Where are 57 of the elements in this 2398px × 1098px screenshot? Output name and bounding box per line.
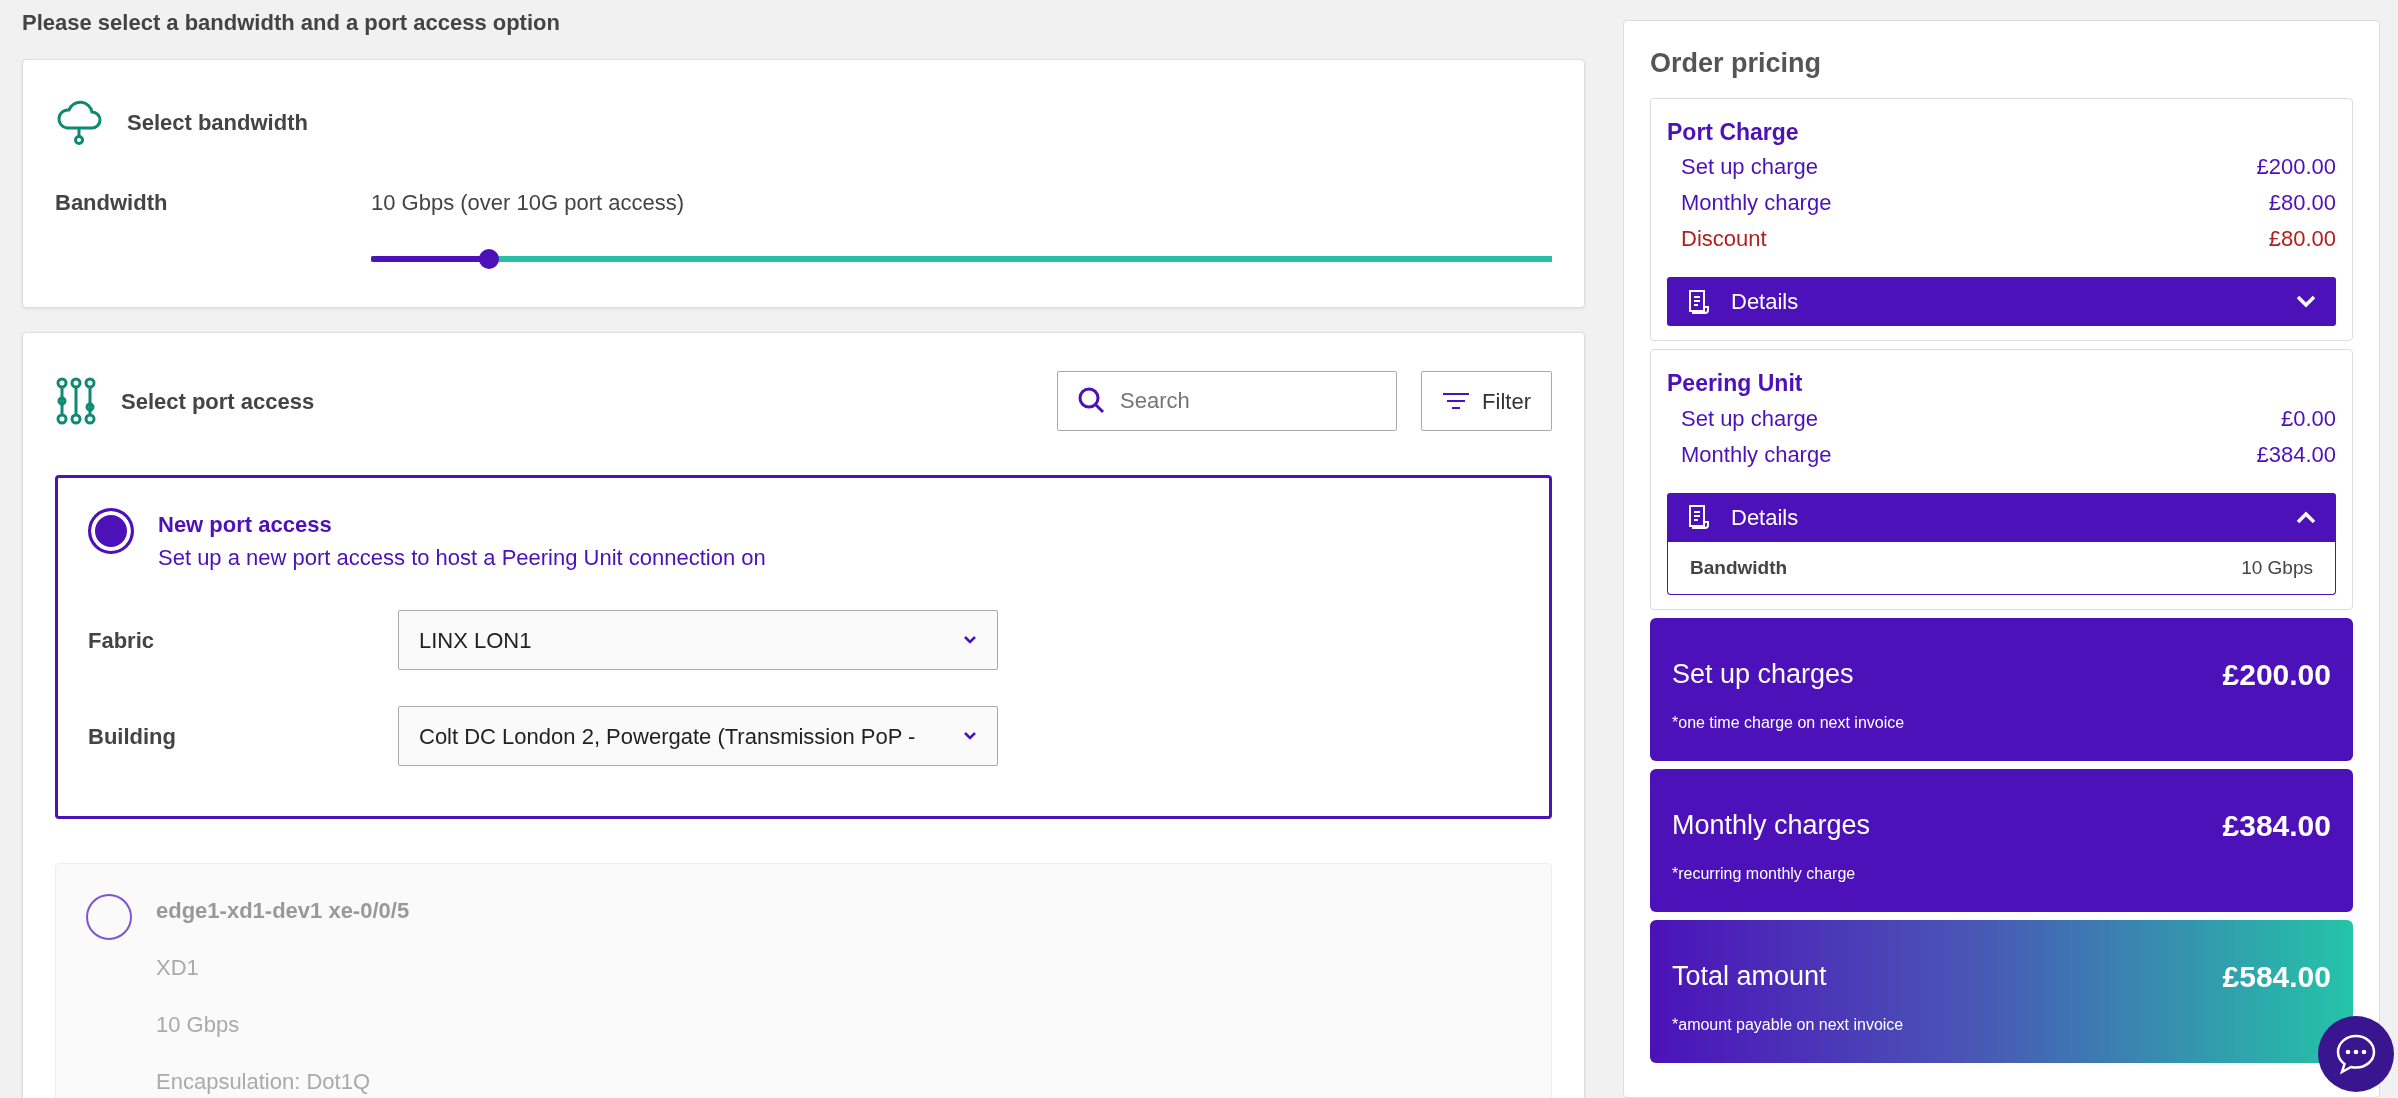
pricing-section-title: Port Charge bbox=[1667, 117, 1800, 147]
bandwidth-value: 10 Gbps (over 10G port access) bbox=[371, 189, 686, 217]
charge-amount: £384.00 bbox=[2256, 440, 2336, 469]
option-title: New port access bbox=[158, 511, 333, 539]
option-description: Set up a new port access to host a Peering Unit connection on bbox=[158, 544, 766, 572]
radio-button[interactable] bbox=[88, 508, 134, 554]
field-label: Bandwidth bbox=[55, 189, 169, 217]
details-toggle[interactable]: Details bbox=[1667, 492, 2336, 542]
radio-button[interactable] bbox=[86, 894, 132, 940]
summary-note: *recurring monthly charge bbox=[1672, 864, 1857, 884]
connector-nodes-icon bbox=[55, 377, 97, 425]
charge-amount: £80.00 bbox=[2268, 189, 2336, 217]
option-title: edge1-xd1-dev1 xe-0/0/5 bbox=[156, 897, 410, 925]
option-detail: 10 Gbps bbox=[156, 1011, 241, 1039]
summary-amount: £384.00 bbox=[2222, 808, 2331, 844]
charge-amount: £200.00 bbox=[2256, 153, 2336, 181]
cloud-icon bbox=[55, 98, 103, 146]
section-title: Select port access bbox=[121, 387, 315, 416]
option-detail: Encapsulation: Dot1Q bbox=[156, 1068, 372, 1096]
filter-icon bbox=[1442, 391, 1471, 411]
field-label: Fabric bbox=[88, 626, 156, 655]
summary-title: Set up charges bbox=[1672, 658, 1854, 692]
field-label: Building bbox=[88, 722, 177, 751]
option-detail: XD1 bbox=[156, 954, 200, 982]
pricing-section-title: Peering Unit bbox=[1667, 369, 1804, 398]
slider-thumb[interactable] bbox=[479, 249, 500, 269]
summary-title: Monthly charges bbox=[1672, 809, 1871, 843]
summary-note: *amount payable on next invoice bbox=[1672, 1015, 1905, 1035]
charge-label: Monthly charge bbox=[1681, 440, 1832, 469]
charge-amount: £80.00 bbox=[2268, 225, 2336, 253]
detail-value: 10 Gbps bbox=[2241, 555, 2313, 580]
charge-label: Set up charge bbox=[1681, 404, 1818, 433]
section-title: Select bandwidth bbox=[127, 108, 308, 137]
chevron-up-icon bbox=[2296, 510, 2316, 524]
summary-note: *one time charge on next invoice bbox=[1672, 713, 1906, 733]
summary-title: Total amount bbox=[1672, 960, 1827, 994]
panel-title: Order pricing bbox=[1650, 47, 1823, 80]
port-option[interactable]: New port access Set up a new port access to host a Peering Unit connection on Fabric LINX LON1 Building Colt DC London 2, Powergate (Transmission PoP - bbox=[55, 475, 1552, 819]
details-toggle[interactable]: Details bbox=[1667, 277, 2336, 326]
charge-amount: £0.00 bbox=[2280, 404, 2336, 433]
detail-label: Bandwidth bbox=[1690, 555, 1788, 580]
chevron-down-icon bbox=[963, 635, 977, 645]
chat-bubble-icon bbox=[2334, 1032, 2378, 1076]
charge-label: Discount bbox=[1681, 225, 1767, 253]
chevron-down-icon bbox=[2296, 294, 2316, 309]
summary-amount: £584.00 bbox=[2222, 959, 2331, 995]
summary-amount: £200.00 bbox=[2222, 657, 2331, 693]
charge-label: Monthly charge bbox=[1681, 189, 1832, 217]
search-field[interactable]: Search bbox=[1057, 371, 1398, 431]
select-field[interactable]: LINX LON1 bbox=[398, 610, 998, 670]
select-field[interactable]: Colt DC London 2, Powergate (Transmission PoP - bbox=[398, 706, 998, 766]
document-icon bbox=[1687, 504, 1711, 530]
chevron-down-icon bbox=[963, 731, 977, 741]
page-title: Please select a bandwidth and a port access option bbox=[22, 9, 561, 37]
filter-button[interactable]: Filter bbox=[1421, 371, 1552, 431]
document-icon bbox=[1687, 288, 1711, 315]
charge-label: Set up charge bbox=[1681, 153, 1818, 181]
